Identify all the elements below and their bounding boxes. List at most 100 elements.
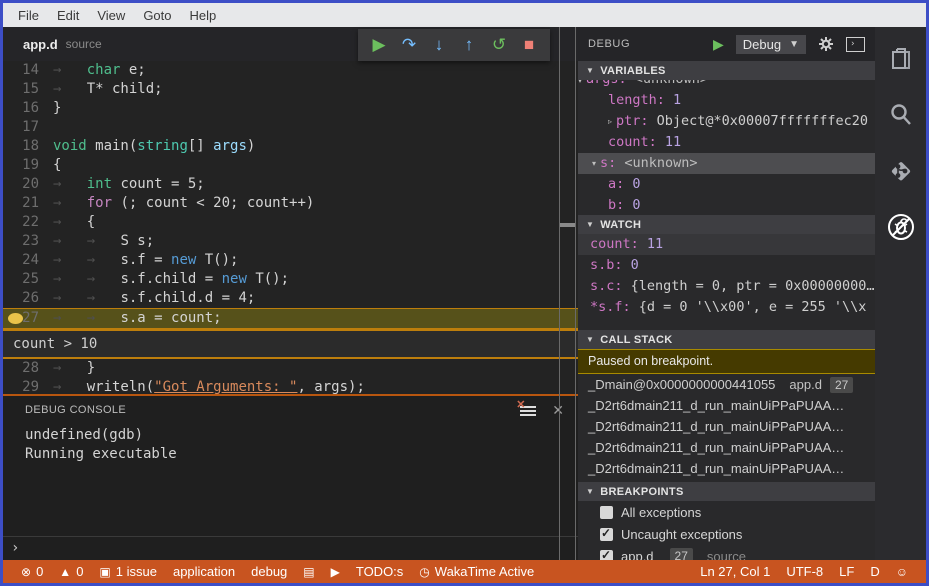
gear-icon[interactable] xyxy=(818,36,834,52)
clear-console-icon[interactable] xyxy=(516,398,537,417)
code-line[interactable]: 17 xyxy=(3,118,578,137)
line-number-gutter[interactable]: 20 xyxy=(3,175,53,194)
code-line-text[interactable]: void main(string[] args) xyxy=(53,137,578,156)
breakpoint-checkbox[interactable] xyxy=(600,505,613,519)
stack-frame[interactable]: _Dmain@0x0000000000441055 app.d 27 xyxy=(578,374,875,395)
variable-row[interactable]: ▾ s: <unknown> xyxy=(578,153,875,174)
code-line-text[interactable]: → char e; xyxy=(53,61,578,80)
tab-filename[interactable]: app.d xyxy=(23,37,58,52)
code-line-text[interactable]: → → S s; xyxy=(53,232,578,251)
status-clock[interactable]: ◷ WakaTime Active xyxy=(411,564,542,579)
breakpoint-condition-widget[interactable]: count > 10 xyxy=(3,329,578,359)
code-editor[interactable]: 14 → char e; 15 → T* child; 16} 17 18 void main… xyxy=(3,61,578,394)
line-number-gutter[interactable]: 18 xyxy=(3,137,53,156)
step-over-button[interactable]: ↷ xyxy=(394,32,424,58)
code-line[interactable]: 29 → writeln("Got Arguments: ", args); xyxy=(3,378,578,394)
code-line[interactable]: 18 void main(string[] args) xyxy=(3,137,578,156)
status-item[interactable]: application xyxy=(165,564,243,579)
code-line[interactable]: 24 → → s.f = new T(); xyxy=(3,251,578,270)
line-number-gutter[interactable]: 16 xyxy=(3,99,53,118)
line-number-gutter[interactable]: 17 xyxy=(3,118,53,137)
code-line-text[interactable]: → } xyxy=(53,359,578,378)
code-line[interactable]: 28 → } xyxy=(3,359,578,378)
code-line[interactable]: 27 → → s.a = count; xyxy=(3,308,578,329)
debug-config-select[interactable]: Debug ▼ xyxy=(735,34,806,54)
watch-row[interactable]: count: 11 xyxy=(578,234,875,255)
search-icon[interactable] xyxy=(885,99,917,131)
status-file[interactable]: ▤ xyxy=(295,564,322,579)
code-line-text[interactable]: → for (; count < 20; count++) xyxy=(53,194,578,213)
status-item[interactable]: debug xyxy=(243,564,295,579)
code-line-text[interactable] xyxy=(53,118,578,137)
breakpoint-checkbox[interactable] xyxy=(600,526,613,541)
line-number-gutter[interactable]: 23 xyxy=(3,232,53,251)
editor-scrollbar[interactable] xyxy=(559,27,576,560)
debug-icon[interactable] xyxy=(885,211,917,243)
restart-button[interactable]: ↺ xyxy=(484,32,514,58)
code-line[interactable]: 26 → → s.f.child.d = 4; xyxy=(3,289,578,308)
status-item[interactable]: Ln 27, Col 1 xyxy=(692,564,778,579)
variable-row[interactable]: b: 0 xyxy=(578,195,875,215)
code-line[interactable]: 16} xyxy=(3,99,578,118)
menu-item-view[interactable]: View xyxy=(88,6,134,25)
breakpoint-row[interactable]: app.d 27 source xyxy=(578,545,875,560)
line-number-gutter[interactable]: 15 xyxy=(3,80,53,99)
code-line[interactable]: 25 → → s.f.child = new T(); xyxy=(3,270,578,289)
menu-item-help[interactable]: Help xyxy=(181,6,226,25)
section-call-stack[interactable]: ▼ CALL STACK xyxy=(578,330,875,349)
watch-row[interactable]: s.c: {length = 0, ptr = 0x00000000… xyxy=(578,276,875,297)
line-number-gutter[interactable]: 21 xyxy=(3,194,53,213)
breakpoint-icon[interactable] xyxy=(8,313,23,324)
code-line-text[interactable]: { xyxy=(53,156,578,175)
variable-row[interactable]: length: 1 xyxy=(578,90,875,111)
code-line[interactable]: 23 → → S s; xyxy=(3,232,578,251)
line-number-gutter[interactable]: 28 xyxy=(3,359,53,378)
status-play[interactable]: ▶ xyxy=(323,564,348,579)
section-breakpoints[interactable]: ▼ BREAKPOINTS xyxy=(578,482,875,501)
open-console-icon[interactable]: › xyxy=(846,36,865,52)
watch-row[interactable]: s.b: 0 xyxy=(578,255,875,276)
status-error-circle[interactable]: ⊗ 0 xyxy=(13,564,51,579)
code-line-text[interactable]: → writeln("Got Arguments: ", args); xyxy=(53,378,578,394)
code-line-text[interactable]: → → s.f.child.d = 4; xyxy=(53,289,578,308)
git-icon[interactable] xyxy=(885,155,917,187)
twistie-icon[interactable]: ▾ xyxy=(592,153,596,174)
code-line[interactable]: 22 → { xyxy=(3,213,578,232)
status-smiley[interactable]: ☺ xyxy=(888,565,916,579)
code-line-text[interactable]: → int count = 5; xyxy=(53,175,578,194)
watch-row[interactable]: *s.f: {d = 0 '\\x00', e = 255 '\\x xyxy=(578,297,875,318)
line-number-gutter[interactable]: 19 xyxy=(3,156,53,175)
status-item[interactable]: TODO:s xyxy=(348,564,411,579)
code-line[interactable]: 19{ xyxy=(3,156,578,175)
line-number-gutter[interactable]: 14 xyxy=(3,61,53,80)
status-item[interactable]: LF xyxy=(831,564,862,579)
variable-row[interactable]: a: 0 xyxy=(578,174,875,195)
code-line[interactable]: 20 → int count = 5; xyxy=(3,175,578,194)
code-line[interactable]: 14 → char e; xyxy=(3,61,578,80)
line-number-gutter[interactable]: 27 xyxy=(3,309,53,328)
status-item[interactable]: UTF-8 xyxy=(778,564,831,579)
line-number-gutter[interactable]: 25 xyxy=(3,270,53,289)
breakpoint-row[interactable]: All exceptions xyxy=(578,501,875,523)
menu-item-file[interactable]: File xyxy=(9,6,48,25)
stack-frame[interactable]: _D2rt6dmain211_d_run_mainUiPPaPUAA… xyxy=(578,437,875,458)
breakpoint-row[interactable]: Uncaught exceptions xyxy=(578,523,875,545)
code-line-text[interactable]: } xyxy=(53,99,578,118)
section-variables[interactable]: ▼ VARIABLES xyxy=(578,61,875,80)
menu-item-goto[interactable]: Goto xyxy=(134,6,180,25)
step-out-button[interactable]: ↑ xyxy=(454,32,484,58)
step-into-button[interactable]: ↓ xyxy=(424,32,454,58)
section-watch[interactable]: ▼ WATCH xyxy=(578,215,875,234)
code-line[interactable]: 21 → for (; count < 20; count++) xyxy=(3,194,578,213)
stack-frame[interactable]: _D2rt6dmain211_d_run_mainUiPPaPUAA… xyxy=(578,458,875,479)
stack-frame[interactable]: _D2rt6dmain211_d_run_mainUiPPaPUAA… xyxy=(578,395,875,416)
code-line-text[interactable]: → → s.f = new T(); xyxy=(53,251,578,270)
code-line-text[interactable]: → { xyxy=(53,213,578,232)
continue-button[interactable]: ▶ xyxy=(364,32,394,58)
scrollbar-thumb[interactable] xyxy=(560,223,575,227)
twistie-icon[interactable]: ▹ xyxy=(608,111,612,132)
line-number-gutter[interactable]: 22 xyxy=(3,213,53,232)
variable-row-partial[interactable]: ▾args: <unknown> xyxy=(578,80,875,90)
line-number-gutter[interactable]: 24 xyxy=(3,251,53,270)
code-line-text[interactable]: → T* child; xyxy=(53,80,578,99)
